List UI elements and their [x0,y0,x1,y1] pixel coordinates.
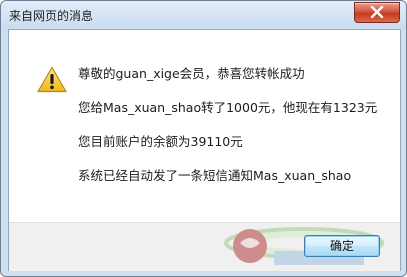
dialog-content: 尊敬的guan_xige会员，恭喜您转帐成功 您给Mas_xuan_shao转了… [8,29,401,271]
message-line-1: 尊敬的guan_xige会员，恭喜您转帐成功 [78,66,305,81]
message-line-2: 您给Mas_xuan_shao转了1000元，他现在有1323元 [78,100,378,115]
message-line-3: 您目前账户的余额为39110元 [78,134,243,149]
warning-icon [37,66,67,93]
close-button[interactable] [354,2,400,23]
dialog-title: 来自网页的消息 [9,9,94,23]
message-area: 尊敬的guan_xige会员，恭喜您转帐成功 您给Mas_xuan_shao转了… [9,30,400,222]
close-icon [370,6,384,18]
button-bar: 确定 [9,222,400,271]
message-line-4: 系统已经自动发了一条短信通知Mas_xuan_shao [78,168,352,183]
ok-button[interactable]: 确定 [304,235,380,257]
title-bar[interactable]: 来自网页的消息 [1,1,406,28]
alert-dialog: 来自网页的消息 尊敬的guan_xige会员，恭喜您转帐成功 您给Mas_xua… [0,0,407,277]
